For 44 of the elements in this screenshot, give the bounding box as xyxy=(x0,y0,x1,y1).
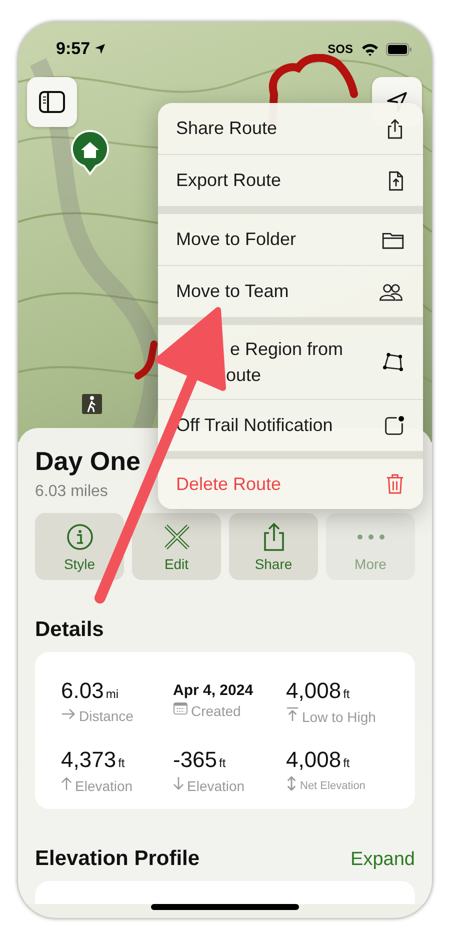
stat-label: Elevation xyxy=(75,778,133,794)
folder-icon xyxy=(382,230,404,248)
stat-label: Elevation xyxy=(187,778,245,794)
hiker-icon xyxy=(82,394,102,414)
stat-label: Created xyxy=(191,703,241,719)
route-line xyxy=(134,340,158,380)
expand-link[interactable]: Expand xyxy=(350,849,415,871)
route-title: Day One xyxy=(35,446,140,477)
section-heading: Details xyxy=(35,618,105,642)
action-button[interactable]: Share xyxy=(229,513,318,580)
share-icon xyxy=(386,118,404,140)
polygon-icon xyxy=(382,352,404,372)
tools-icon xyxy=(162,522,192,552)
menu-item[interactable]: Share Route xyxy=(158,103,423,154)
people-icon xyxy=(378,282,404,300)
stat-value: 4,373 ft xyxy=(61,746,126,772)
info-icon xyxy=(66,522,94,550)
more-icon xyxy=(356,532,386,540)
location-arrow-icon xyxy=(94,43,106,55)
stat-value: 6.03 mi xyxy=(61,678,120,704)
stat-value: 4,008 ft xyxy=(286,678,351,704)
trash-icon xyxy=(386,473,404,495)
stat-label: Net Elevation xyxy=(300,780,366,792)
menu-item[interactable]: e Region from oute xyxy=(158,325,423,399)
house-pin-icon xyxy=(70,130,110,176)
battery-icon xyxy=(386,42,412,56)
action-button[interactable]: Edit xyxy=(132,513,221,580)
stat-value: -365 ft xyxy=(173,746,227,772)
stat-label: Low to High xyxy=(302,709,376,725)
share-icon xyxy=(262,522,286,552)
section-heading: Elevation Profile xyxy=(35,847,200,871)
stat-value: 4,008 ft xyxy=(286,746,351,772)
wifi-icon xyxy=(361,42,379,56)
action-button[interactable]: Style xyxy=(35,513,124,580)
menu-item[interactable]: Move to Folder xyxy=(158,214,423,265)
stat-value: Apr 4, 2024 xyxy=(173,681,254,699)
sidebar-icon xyxy=(39,91,65,113)
square-dot-icon xyxy=(384,416,404,436)
sos-indicator: SOS xyxy=(328,42,353,56)
status-time: 9:57 xyxy=(56,39,90,59)
file-upload-icon xyxy=(388,170,404,192)
stat-label: Distance xyxy=(79,708,134,724)
sidebar-button[interactable] xyxy=(27,77,77,127)
route-distance: 6.03 miles xyxy=(35,483,108,501)
